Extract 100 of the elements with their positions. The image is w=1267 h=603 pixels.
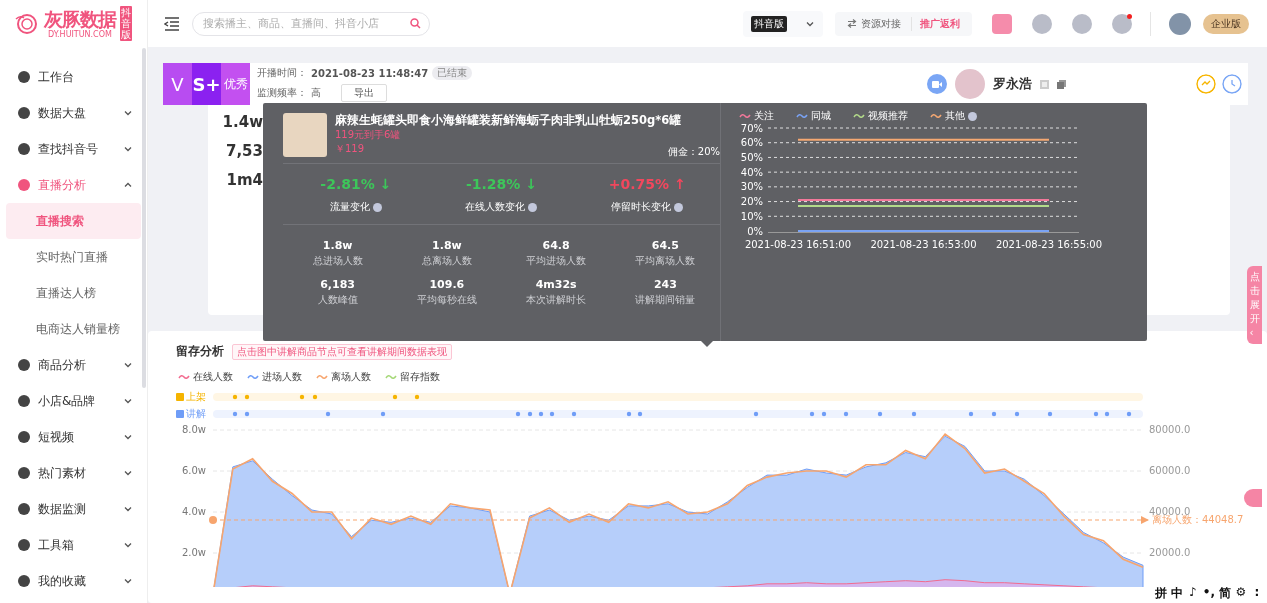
product-photo-placeholder xyxy=(283,113,327,157)
change-label: 流量变化 xyxy=(329,200,370,214)
stat-label: 总离场人数 xyxy=(421,254,472,268)
axis-label: 0% xyxy=(747,225,763,237)
legend-label[interactable]: 其他 xyxy=(945,109,965,123)
help-icon[interactable] xyxy=(674,202,684,212)
stat-value: 7,53 xyxy=(225,140,263,162)
stat-value: 6,183 xyxy=(320,278,355,291)
sidebar-item[interactable]: 短视频 xyxy=(0,419,147,455)
product-price: ￥119 xyxy=(335,142,365,156)
copy-icon[interactable] xyxy=(1057,79,1066,89)
stat-label: 本次讲解时长 xyxy=(526,293,587,307)
logo-icon xyxy=(14,12,40,35)
legend-label[interactable]: 进场人数 xyxy=(262,370,302,384)
chevron-icon xyxy=(123,144,133,154)
axis-label: 4.0w xyxy=(181,506,206,517)
sidebar-item[interactable]: 查找抖音号 xyxy=(0,131,147,167)
axis-label: 20% xyxy=(740,196,763,208)
help-icon[interactable] xyxy=(372,202,382,212)
stat-value: 109.6 xyxy=(429,278,465,291)
legend-label[interactable]: 离场人数 xyxy=(331,370,371,384)
legend-label[interactable]: 视频推荐 xyxy=(868,109,908,123)
sidebar-item[interactable]: 工具箱 xyxy=(0,527,147,563)
axis-label: 20000.0 xyxy=(1149,547,1191,558)
camera-icon[interactable] xyxy=(927,74,947,94)
stat-label: 总进场人数 xyxy=(312,254,363,268)
legend-label[interactable]: 在线人数 xyxy=(193,370,233,384)
axis-label: 10% xyxy=(740,210,763,222)
stat-label: 讲解期间销量 xyxy=(635,293,696,307)
sidebar-item[interactable]: 工作台 xyxy=(0,59,147,95)
bell-icon[interactable] xyxy=(1112,13,1132,34)
stat-value: 64.8 xyxy=(542,239,570,252)
product-promo: 119元到手6罐 xyxy=(335,128,401,142)
legend-label[interactable]: 留存指数 xyxy=(400,370,440,384)
axis-label: 2021-08-23 16:55:00 xyxy=(995,239,1103,250)
stat-value: 1.4w xyxy=(221,111,263,133)
sidebar-item[interactable]: 数据大盘 xyxy=(0,95,147,131)
stat-label: 平均每秒在线 xyxy=(416,293,477,307)
section-title: 留存分析 xyxy=(176,343,224,360)
axis-label: 70% xyxy=(740,123,763,134)
grade-badge: S+ xyxy=(192,63,221,105)
legend-label[interactable]: 关注 xyxy=(754,109,774,123)
legend-icon xyxy=(853,113,865,119)
legend-icon xyxy=(316,374,328,380)
chevron-icon xyxy=(123,108,133,118)
axis-label: 2021-08-23 16:53:00 xyxy=(870,239,977,250)
sidebar-item[interactable]: 小店&品牌 xyxy=(0,383,147,419)
axis-label: 2021-08-23 16:51:00 xyxy=(744,239,852,250)
sidebar-item[interactable]: 数据监测 xyxy=(0,491,147,527)
stat-value: 1.8w xyxy=(432,239,462,252)
sidebar-item[interactable]: 我的收藏 xyxy=(0,563,147,599)
export-button[interactable]: 导出 xyxy=(341,84,387,102)
stat-label: 人数峰值 xyxy=(317,293,358,307)
chevron-icon xyxy=(123,432,133,442)
sidebar-item[interactable]: 商品分析 xyxy=(0,347,147,383)
change-value: +0.75% ↑ xyxy=(608,176,686,192)
timeline-label: 上架 xyxy=(186,389,206,404)
stat-label: 平均进场人数 xyxy=(526,254,587,268)
sidebar-subitem[interactable]: 直播达人榜 xyxy=(6,275,141,311)
change-value: -1.28% ↓ xyxy=(466,176,537,192)
stat-value: 1.8w xyxy=(322,239,353,252)
chevron-icon xyxy=(123,180,133,190)
frequency-value: 高 xyxy=(311,86,321,100)
change-label: 停留时长变化 xyxy=(611,200,672,214)
axis-label: 8.0w xyxy=(181,424,206,435)
sidebar-item[interactable]: 热门素材 xyxy=(0,455,147,491)
sidebar-subitem[interactable]: 实时热门直播 xyxy=(6,239,141,275)
change-value: -2.81% ↓ xyxy=(320,176,392,192)
sidebar-subitem[interactable]: 电商达人销量榜 xyxy=(6,311,141,347)
legend-icon xyxy=(385,374,397,380)
axis-label: 60000.0 xyxy=(1149,465,1191,476)
timeline-track[interactable] xyxy=(213,408,1143,419)
qr-code-icon[interactable] xyxy=(1040,79,1049,89)
logo-domain: DY.HUITUN.COM xyxy=(48,30,112,39)
chevron-icon xyxy=(123,504,133,514)
axis-label: 2.0w xyxy=(181,547,206,558)
streamer-name: 罗永浩 xyxy=(993,75,1032,93)
sidebar-item[interactable]: 直播分析 xyxy=(0,167,147,203)
search-icon[interactable] xyxy=(410,18,421,29)
chevron-icon xyxy=(123,468,133,478)
resource-button[interactable]: 资源对接 xyxy=(843,16,905,31)
axis-label: 60% xyxy=(740,137,763,149)
avatar[interactable] xyxy=(1169,12,1191,35)
help-icon[interactable] xyxy=(528,202,538,212)
marker-dot xyxy=(209,516,217,524)
status-tag: 已结束 xyxy=(432,66,473,80)
legend-icon xyxy=(178,374,190,380)
help-icon[interactable] xyxy=(968,111,977,121)
swap-icon xyxy=(847,19,857,28)
stat-value: 64.5 xyxy=(651,239,679,252)
logo-name: 灰豚数据 xyxy=(44,8,116,30)
axis-label: 80000.0 xyxy=(1149,424,1191,435)
legend-label[interactable]: 同城 xyxy=(811,109,831,123)
grade-badge: V xyxy=(163,63,192,105)
axis-label: 50% xyxy=(740,151,763,163)
history-icon[interactable] xyxy=(1222,74,1242,94)
chat-icon[interactable] xyxy=(1196,74,1216,94)
timeline-track[interactable] xyxy=(213,391,1143,402)
legend-icon xyxy=(930,113,942,119)
platform-select[interactable]: 抖音版 xyxy=(743,10,823,37)
